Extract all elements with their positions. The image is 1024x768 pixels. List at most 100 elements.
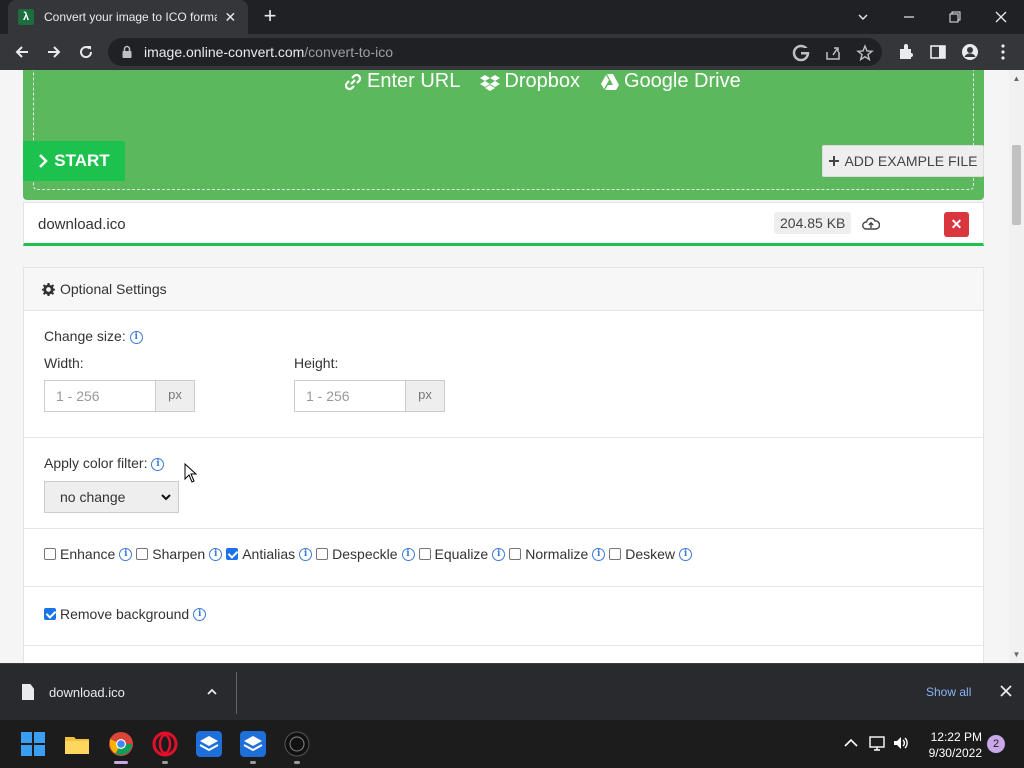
add-example-label: ADD EXAMPLE FILE [844, 153, 978, 169]
info-icon[interactable]: i [119, 547, 133, 561]
checkbox-antialias[interactable]: Antialias i [226, 546, 313, 562]
google-drive-button[interactable]: Google Drive [600, 70, 741, 93]
back-icon[interactable] [10, 40, 34, 64]
info-icon[interactable]: i [151, 457, 165, 471]
checkbox-deskew[interactable]: Deskew i [609, 546, 693, 562]
tab-title: Convert your image to ICO format [44, 10, 217, 24]
share-icon[interactable] [824, 44, 842, 62]
checkbox-sharpen[interactable]: Sharpen i [136, 546, 223, 562]
checkbox-checked[interactable] [44, 608, 56, 620]
mouse-cursor-icon [184, 463, 198, 483]
tab-close-icon[interactable]: ✕ [223, 9, 238, 26]
checkbox-enhance[interactable]: Enhance i [44, 546, 133, 562]
close-window-icon[interactable] [978, 0, 1024, 34]
info-icon[interactable]: i [401, 547, 415, 561]
info-icon[interactable]: i [209, 547, 223, 561]
width-input[interactable]: 1 - 256 [45, 381, 155, 411]
minimize-icon[interactable] [886, 0, 932, 34]
app-indicator [162, 761, 168, 764]
menu-kebab-icon[interactable] [994, 43, 1012, 61]
optional-settings-header[interactable]: Optional Settings [24, 268, 983, 311]
extensions-icon[interactable] [897, 43, 915, 61]
checkbox-normalize[interactable]: Normalize i [509, 546, 606, 562]
checkbox-label: Despeckle [332, 546, 398, 562]
checkbox-equalize[interactable]: Equalize i [418, 546, 506, 562]
scroll-down-icon[interactable]: ▼ [1012, 650, 1021, 659]
system-clock[interactable]: 12:22 PM 9/30/2022 [918, 729, 982, 761]
installer-app-icon-2[interactable] [240, 731, 266, 757]
optional-settings-panel: Optional Settings Change size: i Width: 1… [23, 267, 984, 663]
file-size-badge: 204.85 KB [774, 212, 852, 234]
tab-search-icon[interactable] [840, 0, 886, 34]
info-icon[interactable]: i [679, 547, 693, 561]
dropbox-button[interactable]: Dropbox [480, 70, 580, 93]
address-bar[interactable]: image.online-convert.com/convert-to-ico [108, 38, 882, 66]
checkbox-despeckle[interactable]: Despeckle i [316, 546, 415, 562]
profile-icon[interactable] [961, 43, 979, 61]
checkbox-checked[interactable] [226, 548, 239, 560]
checkbox[interactable] [609, 548, 622, 560]
start-button[interactable]: START [23, 141, 125, 181]
color-filter-select[interactable]: no change [44, 481, 179, 513]
checkbox[interactable] [509, 548, 522, 560]
file-name: download.ico [38, 216, 126, 233]
clock-time: 12:22 PM [930, 730, 982, 744]
scroll-thumb[interactable] [1012, 145, 1021, 225]
network-icon[interactable] [868, 734, 886, 752]
notification-badge[interactable]: 2 [987, 735, 1005, 753]
width-input-group: 1 - 256 px [44, 380, 195, 412]
download-file-name[interactable]: download.ico [49, 685, 125, 700]
lock-icon [122, 45, 132, 58]
clock-date: 9/30/2022 [928, 746, 982, 760]
upload-dropzone[interactable]: Enter URL Dropbox Google Drive [23, 70, 984, 200]
page-scrollbar[interactable]: ▲ ▼ [1009, 70, 1024, 663]
show-all-link[interactable]: Show all [926, 685, 971, 699]
installer-app-icon[interactable] [196, 731, 222, 757]
change-size-label: Change size: [44, 328, 126, 344]
browser-tab[interactable]: λ Convert your image to ICO format ✕ [8, 0, 248, 34]
file-explorer-icon[interactable] [64, 731, 90, 757]
enter-url-label: Enter URL [367, 70, 461, 92]
google-icon[interactable] [792, 44, 810, 62]
chrome-icon[interactable] [108, 731, 134, 757]
height-input[interactable]: 1 - 256 [295, 381, 405, 411]
info-icon[interactable]: i [492, 547, 506, 561]
height-label: Height: [294, 355, 339, 371]
checkbox[interactable] [418, 548, 431, 560]
reload-icon[interactable] [74, 40, 98, 64]
chaos-app-icon[interactable] [284, 731, 310, 757]
info-icon[interactable]: i [129, 330, 143, 344]
app-indicator [250, 761, 256, 764]
dropbox-label: Dropbox [504, 70, 580, 92]
info-icon[interactable]: i [299, 547, 313, 561]
forward-icon[interactable] [42, 40, 66, 64]
scroll-up-icon[interactable]: ▲ [1012, 74, 1021, 83]
enter-url-button[interactable]: Enter URL [343, 70, 460, 93]
side-panel-icon[interactable] [929, 43, 947, 61]
remove-background-section: Remove background i [24, 587, 983, 646]
checkbox[interactable] [136, 548, 149, 560]
chevron-up-icon[interactable] [206, 686, 218, 698]
start-label: START [54, 151, 110, 170]
checkbox-remove-background[interactable]: Remove background i [44, 606, 207, 622]
checkbox[interactable] [44, 548, 56, 560]
restore-icon[interactable] [932, 0, 978, 34]
remove-background-row: Remove background i [44, 606, 210, 622]
add-example-file-button[interactable]: ADD EXAMPLE FILE [822, 145, 984, 177]
cloud-upload-icon[interactable] [862, 215, 880, 233]
volume-icon[interactable] [892, 734, 910, 752]
opera-icon[interactable] [152, 731, 178, 757]
remove-file-button[interactable]: ✕ [944, 212, 969, 237]
tray-overflow-icon[interactable] [842, 734, 860, 752]
close-icon[interactable] [999, 684, 1013, 698]
plus-icon [829, 156, 840, 166]
checkbox[interactable] [316, 548, 329, 560]
new-tab-button[interactable]: + [258, 4, 282, 28]
page-viewport: Enter URL Dropbox Google Drive START ADD… [0, 70, 1024, 663]
info-icon[interactable]: i [592, 547, 606, 561]
bookmark-star-icon[interactable] [856, 44, 874, 62]
site-favicon-icon: λ [18, 9, 34, 25]
filters-section: Enhance i Sharpen i Antialias i Despeckle i … [24, 529, 983, 587]
info-icon[interactable]: i [193, 607, 207, 621]
windows-start-icon[interactable] [20, 731, 46, 757]
